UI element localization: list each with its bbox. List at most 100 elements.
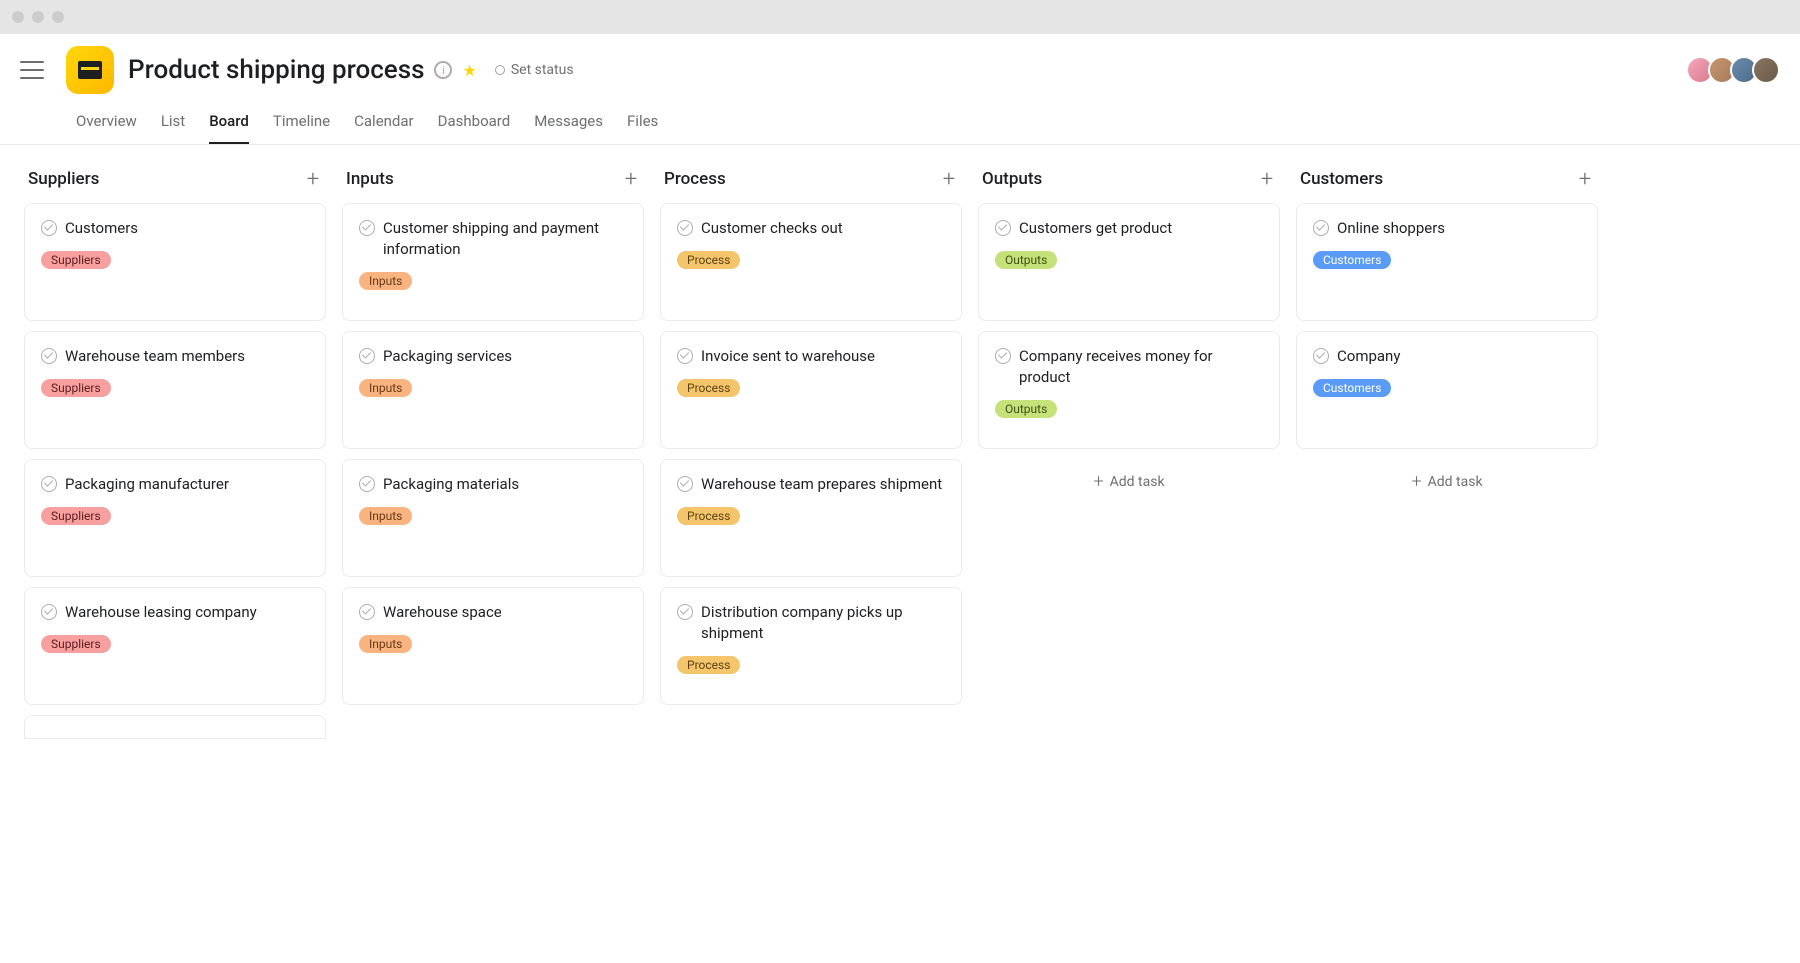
add-task-label: Add task (1428, 474, 1483, 490)
complete-task-icon[interactable] (41, 348, 57, 364)
complete-task-icon[interactable] (677, 220, 693, 236)
column-title[interactable]: Outputs (982, 169, 1042, 189)
complete-task-icon[interactable] (41, 604, 57, 620)
task-card[interactable]: Packaging services Inputs (342, 331, 644, 449)
task-tag[interactable]: Process (677, 251, 740, 269)
add-card-button[interactable]: + (1576, 170, 1594, 188)
complete-task-icon[interactable] (677, 348, 693, 364)
task-title: Customers (65, 218, 138, 239)
complete-task-icon[interactable] (677, 604, 693, 620)
add-card-button[interactable]: + (1258, 170, 1276, 188)
tab-overview[interactable]: Overview (76, 112, 137, 144)
column-outputs: Outputs + Customers get productOutputsComp… (978, 169, 1280, 939)
complete-task-icon[interactable] (677, 476, 693, 492)
complete-task-icon[interactable] (995, 220, 1011, 236)
task-card[interactable]: Company Customers (1296, 331, 1598, 449)
tab-calendar[interactable]: Calendar (354, 112, 414, 144)
task-tag[interactable]: Inputs (359, 272, 412, 290)
column-title[interactable]: Process (664, 169, 726, 189)
card-top: Online shoppers (1313, 218, 1581, 239)
complete-task-icon[interactable] (359, 348, 375, 364)
task-tag[interactable]: Process (677, 507, 740, 525)
status-label: Set status (511, 62, 574, 78)
task-tag[interactable]: Suppliers (41, 251, 111, 269)
add-card-button[interactable]: + (622, 170, 640, 188)
task-tag[interactable]: Process (677, 379, 740, 397)
add-card-button[interactable]: + (940, 170, 958, 188)
task-tag[interactable]: Inputs (359, 635, 412, 653)
card-top: Packaging manufacturer (41, 474, 309, 495)
window-titlebar (0, 0, 1800, 34)
task-card[interactable]: Customers get productOutputs (978, 203, 1280, 321)
task-card[interactable]: Warehouse leasing companySuppliers (24, 587, 326, 705)
task-tag[interactable]: Customers (1313, 379, 1391, 397)
set-status-button[interactable]: Set status (495, 62, 574, 78)
task-tag[interactable]: Inputs (359, 507, 412, 525)
project-title[interactable]: Product shipping process (128, 55, 424, 85)
complete-task-icon[interactable] (41, 476, 57, 492)
task-title: Packaging manufacturer (65, 474, 229, 495)
task-card[interactable]: Online shoppers Customers (1296, 203, 1598, 321)
task-tag[interactable]: Suppliers (41, 635, 111, 653)
task-title: Packaging services (383, 346, 512, 367)
task-card[interactable]: Warehouse team membersSuppliers (24, 331, 326, 449)
task-tag[interactable]: Process (677, 656, 740, 674)
card-top: Customers (41, 218, 309, 239)
task-title: Distribution company picks up shipment (701, 602, 945, 644)
card-top: Company (1313, 346, 1581, 367)
minimize-window-icon[interactable] (32, 11, 44, 23)
tab-list[interactable]: List (161, 112, 185, 144)
column-customers: Customers+Online shoppersCustomersCompan… (1296, 169, 1598, 939)
task-card[interactable]: Invoice sent to warehouse Process (660, 331, 962, 449)
column-title[interactable]: Customers (1300, 169, 1383, 189)
complete-task-icon[interactable] (41, 220, 57, 236)
task-card[interactable]: Distribution company picks up shipment Pr… (660, 587, 962, 705)
complete-task-icon[interactable] (995, 348, 1011, 364)
task-card[interactable]: Customer shipping and payment informatio… (342, 203, 644, 321)
star-icon[interactable]: ★ (462, 61, 476, 80)
column-title[interactable]: Suppliers (28, 169, 99, 189)
card-top: Customer checks out (677, 218, 945, 239)
complete-task-icon[interactable] (359, 220, 375, 236)
task-tag[interactable]: Inputs (359, 379, 412, 397)
column-title[interactable]: Inputs (346, 169, 394, 189)
tab-messages[interactable]: Messages (534, 112, 603, 144)
task-title: Packaging materials (383, 474, 519, 495)
task-title: Customer checks out (701, 218, 843, 239)
add-task-button[interactable]: +Add task (1296, 459, 1598, 504)
complete-task-icon[interactable] (359, 604, 375, 620)
task-tag[interactable]: Customers (1313, 251, 1391, 269)
maximize-window-icon[interactable] (52, 11, 64, 23)
tab-files[interactable]: Files (627, 112, 658, 144)
card-top: Invoice sent to warehouse (677, 346, 945, 367)
add-task-button[interactable]: +Add task (978, 459, 1280, 504)
task-tag[interactable]: Suppliers (41, 379, 111, 397)
project-icon[interactable] (66, 46, 114, 94)
task-tag[interactable]: Outputs (995, 400, 1057, 418)
task-tag[interactable]: Outputs (995, 251, 1057, 269)
complete-task-icon[interactable] (1313, 348, 1329, 364)
menu-toggle-button[interactable] (20, 61, 44, 79)
complete-task-icon[interactable] (1313, 220, 1329, 236)
task-card[interactable]: Warehouse team prepares shipmentProcess (660, 459, 962, 577)
task-card[interactable]: Warehouse spaceInputs (342, 587, 644, 705)
task-card[interactable]: Customers Suppliers (24, 203, 326, 321)
task-card[interactable] (24, 715, 326, 739)
project-members[interactable] (1692, 56, 1780, 84)
status-dot-icon (495, 65, 505, 75)
task-tag[interactable]: Suppliers (41, 507, 111, 525)
complete-task-icon[interactable] (359, 476, 375, 492)
tab-board[interactable]: Board (209, 112, 249, 144)
info-icon[interactable]: i (434, 61, 452, 79)
avatar[interactable] (1752, 56, 1780, 84)
task-card[interactable]: Packaging materials Inputs (342, 459, 644, 577)
card-top: Distribution company picks up shipment (677, 602, 945, 644)
tab-timeline[interactable]: Timeline (273, 112, 330, 144)
tab-dashboard[interactable]: Dashboard (438, 112, 511, 144)
column-process: Process+Customer checks outProcessInvoic… (660, 169, 962, 939)
add-card-button[interactable]: + (304, 170, 322, 188)
task-card[interactable]: Company receives money for productOutput… (978, 331, 1280, 449)
task-card[interactable]: Packaging manufacturer Suppliers (24, 459, 326, 577)
task-card[interactable]: Customer checks out Process (660, 203, 962, 321)
close-window-icon[interactable] (12, 11, 24, 23)
